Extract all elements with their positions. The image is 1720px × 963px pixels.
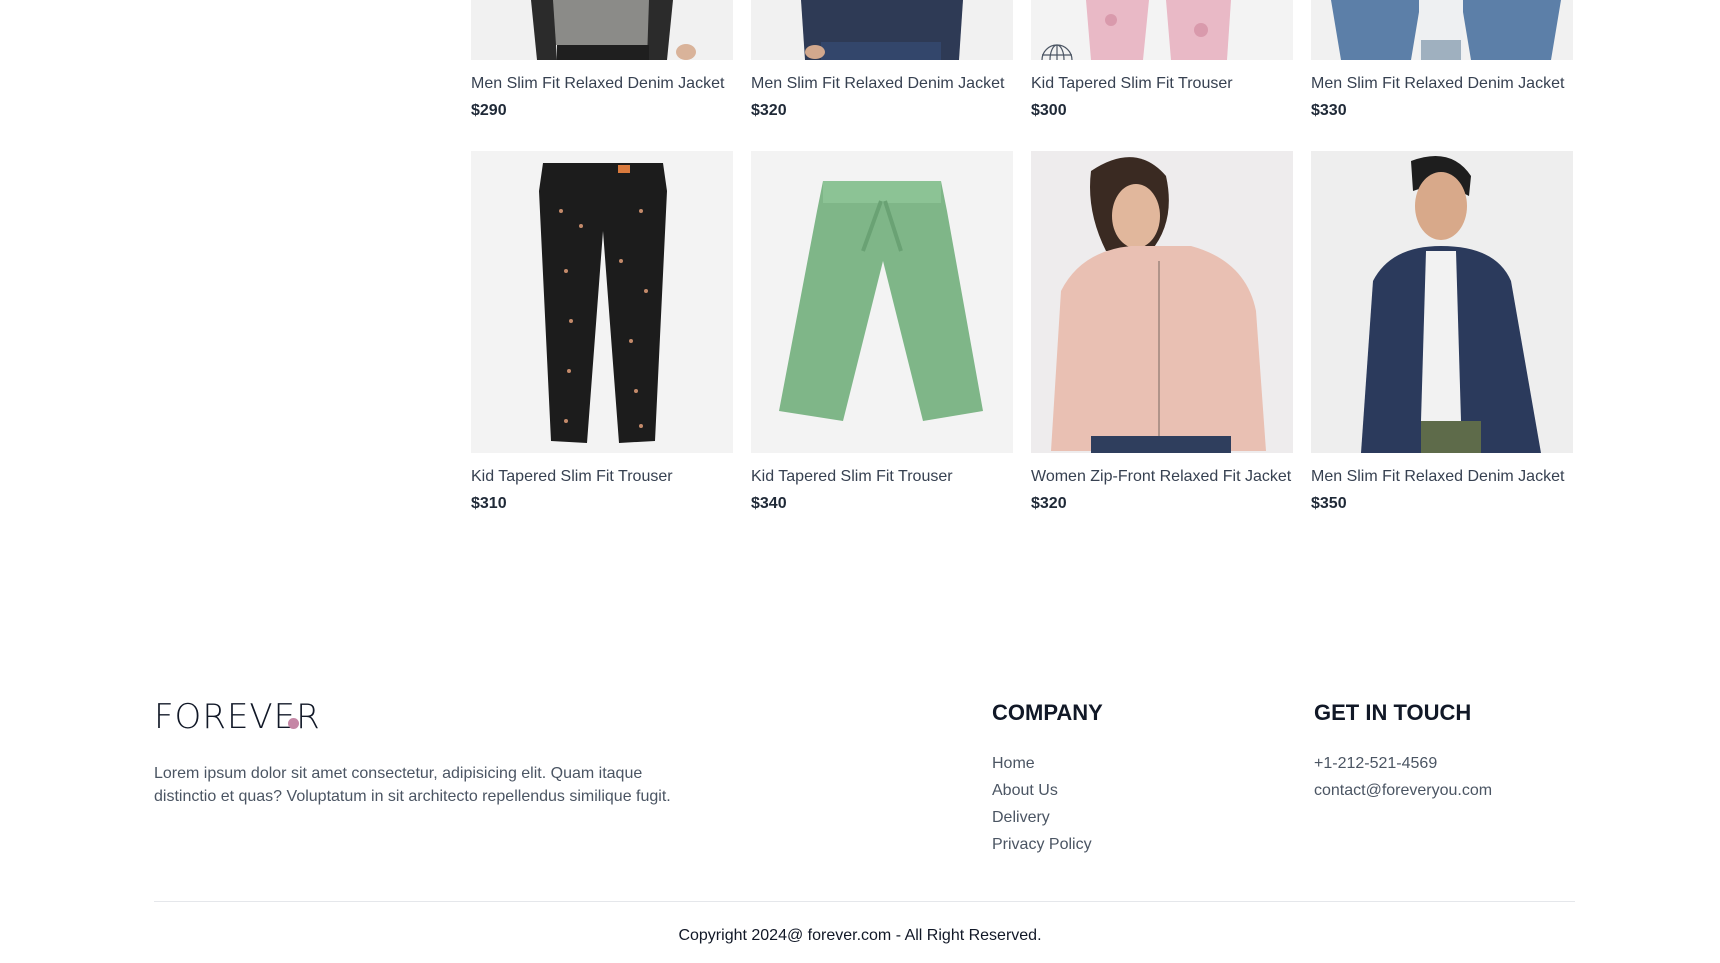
product-title[interactable]: Men Slim Fit Relaxed Denim Jacket xyxy=(751,75,1004,93)
product-price: $330 xyxy=(1311,102,1347,119)
product-price: $310 xyxy=(471,495,507,512)
footer-logo[interactable]: FOREVER xyxy=(154,697,321,737)
footer-link-home[interactable]: Home xyxy=(992,750,1092,777)
contact-email[interactable]: contact@foreveryou.com xyxy=(1314,777,1492,804)
product-image[interactable] xyxy=(1031,151,1293,453)
footer-about-text: Lorem ipsum dolor sit amet consectetur, … xyxy=(154,765,671,805)
product-image[interactable] xyxy=(471,0,733,60)
product-price: $320 xyxy=(1031,495,1067,512)
footer-link-about[interactable]: About Us xyxy=(992,777,1092,804)
product-image[interactable] xyxy=(1311,151,1573,453)
product-title[interactable]: Men Slim Fit Relaxed Denim Jacket xyxy=(1311,468,1564,486)
product-title[interactable]: Men Slim Fit Relaxed Denim Jacket xyxy=(471,75,724,93)
product-title[interactable]: Kid Tapered Slim Fit Trouser xyxy=(471,468,673,486)
footer-divider xyxy=(154,901,1575,902)
company-links: Home About Us Delivery Privacy Policy xyxy=(992,750,1092,858)
product-title[interactable]: Kid Tapered Slim Fit Trouser xyxy=(1031,75,1233,93)
footer-link-delivery[interactable]: Delivery xyxy=(992,804,1092,831)
contact-list: +1-212-521-4569 contact@foreveryou.com xyxy=(1314,750,1492,804)
product-title[interactable]: Women Zip-Front Relaxed Fit Jacket xyxy=(1031,468,1291,486)
product-title[interactable]: Kid Tapered Slim Fit Trouser xyxy=(751,468,953,486)
logo-dot xyxy=(288,718,299,729)
copyright-text: Copyright 2024@ forever.com - All Right … xyxy=(678,927,1042,944)
product-image[interactable] xyxy=(751,0,1013,60)
contact-heading: GET IN TOUCH xyxy=(1314,700,1472,725)
product-title[interactable]: Men Slim Fit Relaxed Denim Jacket xyxy=(1311,75,1564,93)
product-price: $350 xyxy=(1311,495,1347,512)
product-image[interactable] xyxy=(471,151,733,453)
product-price: $340 xyxy=(751,495,787,512)
product-image[interactable] xyxy=(1311,0,1573,60)
contact-phone[interactable]: +1-212-521-4569 xyxy=(1314,750,1492,777)
product-price: $320 xyxy=(751,102,787,119)
company-heading: COMPANY xyxy=(992,700,1103,725)
product-image[interactable] xyxy=(751,151,1013,453)
footer-link-privacy[interactable]: Privacy Policy xyxy=(992,831,1092,858)
product-price: $290 xyxy=(471,102,507,119)
product-image[interactable] xyxy=(1031,0,1293,60)
product-price: $300 xyxy=(1031,102,1067,119)
